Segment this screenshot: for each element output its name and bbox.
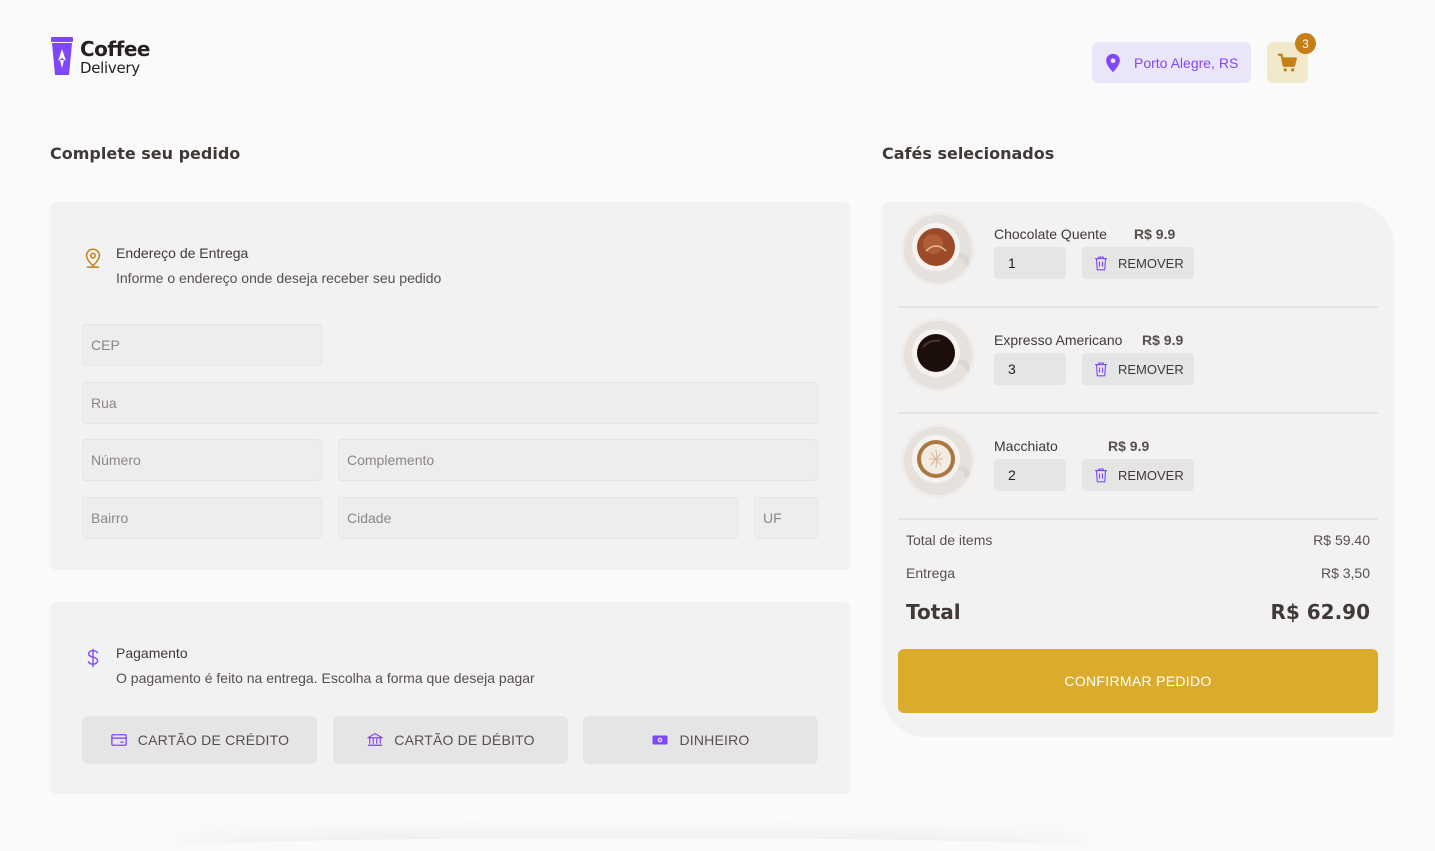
checkout-title: Complete seu pedido (50, 144, 241, 163)
trash-icon (1095, 256, 1107, 271)
cart-button[interactable]: 3 (1267, 33, 1316, 83)
delivery-label: Entrega (906, 565, 956, 581)
credit-card-icon (110, 734, 127, 746)
neighborhood-input[interactable] (82, 497, 322, 539)
address-card: Endereço de Entrega Informe o endereço o… (50, 202, 850, 570)
items-total-label: Total de items (906, 532, 993, 548)
money-icon (652, 735, 668, 745)
cart-count-badge: 3 (1295, 33, 1316, 54)
trash-icon (1095, 362, 1107, 377)
map-pin-icon (1106, 53, 1120, 72)
item-price: R$ 9.9 (1142, 332, 1184, 348)
cash-label: DINHEIRO (679, 732, 750, 748)
location-badge[interactable]: Porto Alegre, RS (1092, 42, 1251, 83)
payment-title: Pagamento (116, 645, 188, 661)
item-name: Macchiato (994, 438, 1058, 454)
delivery-value: R$ 3,50 (1320, 565, 1370, 581)
footer-shadow (170, 838, 1090, 851)
total-value: R$ 62.90 (1270, 600, 1370, 624)
shopping-cart-icon (1277, 53, 1297, 72)
dollar-sign-icon (87, 648, 99, 668)
street-input[interactable] (82, 382, 818, 424)
cash-button[interactable]: DINHEIRO (583, 716, 818, 764)
credit-card-button[interactable]: CARTÃO DE CRÉDITO (82, 716, 317, 764)
item-name: Expresso Americano (994, 332, 1123, 348)
remove-label: REMOVER (1118, 361, 1184, 377)
logo-subtitle: Delivery (80, 58, 140, 77)
payment-subtitle: O pagamento é feito na entrega. Escolha … (116, 670, 535, 686)
divider (898, 518, 1378, 520)
address-subtitle: Informe o endereço onde deseja receber s… (116, 270, 442, 286)
item-name: Chocolate Quente (994, 226, 1107, 242)
logo[interactable]: Coffee Delivery (50, 37, 150, 77)
cep-input[interactable] (82, 324, 322, 366)
cart-item: Chocolate Quente R$ 9.9 REMOVER (898, 202, 1378, 308)
city-input[interactable] (338, 497, 738, 539)
debit-card-label: CARTÃO DE DÉBITO (394, 732, 535, 748)
total-label: Total (906, 600, 961, 624)
location-text: Porto Alegre, RS (1134, 54, 1239, 71)
delivery-row: Entrega R$ 3,50 (906, 565, 1370, 581)
remove-button[interactable]: REMOVER (1082, 353, 1194, 385)
credit-card-label: CARTÃO DE CRÉDITO (137, 732, 290, 748)
americano-image (901, 318, 975, 392)
map-pin-line-icon (85, 248, 101, 268)
quantity-input[interactable] (994, 353, 1066, 385)
coffee-cup-logo-icon (51, 37, 73, 75)
state-input[interactable] (754, 497, 818, 539)
cart-panel: Chocolate Quente R$ 9.9 REMOVER Expresso… (882, 202, 1394, 737)
quantity-input[interactable] (994, 247, 1066, 279)
debit-card-button[interactable]: CARTÃO DE DÉBITO (333, 716, 568, 764)
address-title: Endereço de Entrega (116, 245, 249, 261)
payment-card: Pagamento O pagamento é feito na entrega… (50, 602, 850, 794)
complement-input[interactable] (338, 439, 818, 481)
trash-icon (1095, 468, 1107, 483)
cart-title: Cafés selecionados (882, 144, 1055, 163)
number-input[interactable] (82, 439, 322, 481)
hot-chocolate-image (901, 212, 975, 286)
cart-item: Expresso Americano R$ 9.9 REMOVER (898, 308, 1378, 414)
item-price: R$ 9.9 (1134, 226, 1176, 242)
header: Coffee Delivery Porto Alegre, RS 3 (0, 0, 1435, 110)
confirm-order-button[interactable]: CONFIRMAR PEDIDO (898, 649, 1378, 713)
total-row: Total R$ 62.90 (906, 600, 1370, 624)
remove-label: REMOVER (1118, 255, 1184, 271)
items-total-row: Total de items R$ 59.40 (906, 532, 1370, 548)
macchiato-image (901, 424, 975, 498)
remove-button[interactable]: REMOVER (1082, 459, 1194, 491)
logo-title: Coffee (80, 36, 150, 61)
bank-icon (367, 733, 384, 746)
quantity-input[interactable] (994, 459, 1066, 491)
item-price: R$ 9.9 (1108, 438, 1150, 454)
items-total-value: R$ 59.40 (1313, 532, 1370, 548)
remove-label: REMOVER (1118, 467, 1184, 483)
remove-button[interactable]: REMOVER (1082, 247, 1194, 279)
cart-item: Macchiato R$ 9.9 REMOVER (898, 414, 1378, 520)
